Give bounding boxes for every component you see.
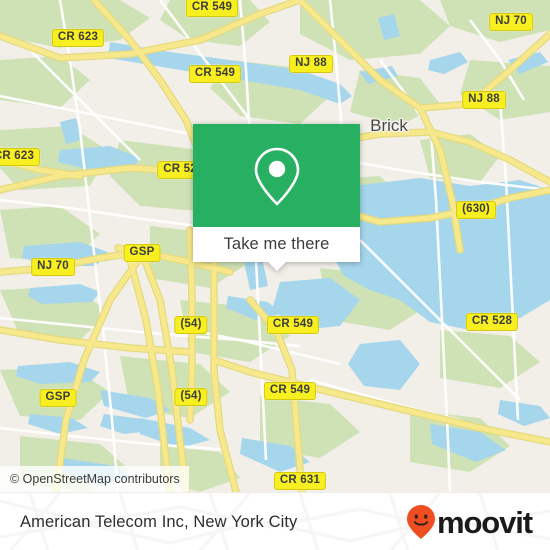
map-attribution[interactable]: © OpenStreetMap contributors: [0, 466, 189, 492]
road-shield[interactable]: NJ 70: [31, 258, 75, 276]
take-me-there-button[interactable]: Take me there: [193, 227, 360, 262]
road-shield[interactable]: CR 549: [185, 0, 239, 17]
callout-tail: [267, 262, 286, 271]
take-me-there-label: Take me there: [223, 235, 330, 253]
callout-pin-area: [193, 124, 360, 227]
road-shield[interactable]: CR 549: [266, 316, 320, 334]
road-shield[interactable]: (54): [174, 316, 208, 334]
road-shield[interactable]: CR 623: [51, 29, 105, 47]
road-shield[interactable]: CR 528: [465, 313, 519, 331]
road-shield[interactable]: NJ 88: [462, 91, 506, 109]
attribution-text: © OpenStreetMap contributors: [10, 472, 180, 486]
location-title: American Telecom Inc, New York City: [20, 512, 298, 531]
moovit-smiley-pin-icon: [406, 505, 435, 539]
road-shield[interactable]: NJ 88: [289, 55, 333, 73]
moovit-wordmark: moovit: [436, 504, 533, 540]
road-shield[interactable]: CR 549: [188, 65, 242, 83]
map-screenshot: Brick CR 549 NJ 70 CR 623 NJ 88 CR 549 N…: [0, 0, 550, 550]
place-label-brick: Brick: [370, 116, 408, 135]
take-me-there-callout[interactable]: Take me there: [193, 124, 360, 271]
road-shield[interactable]: CR 623: [0, 148, 41, 166]
road-shield[interactable]: CR 549: [263, 382, 317, 400]
road-shield[interactable]: GSP: [123, 244, 161, 262]
map-canvas[interactable]: Brick CR 549 NJ 70 CR 623 NJ 88 CR 549 N…: [0, 0, 550, 492]
road-shield[interactable]: CR 631: [273, 472, 327, 490]
footer-bar: American Telecom Inc, New York City moov…: [0, 492, 550, 550]
road-shield[interactable]: (630): [456, 201, 496, 219]
location-pin-icon: [254, 147, 299, 205]
road-shield[interactable]: NJ 70: [489, 13, 533, 31]
road-shield[interactable]: GSP: [39, 389, 77, 407]
road-shield[interactable]: (54): [174, 388, 208, 406]
moovit-brand[interactable]: moovit: [406, 504, 533, 540]
